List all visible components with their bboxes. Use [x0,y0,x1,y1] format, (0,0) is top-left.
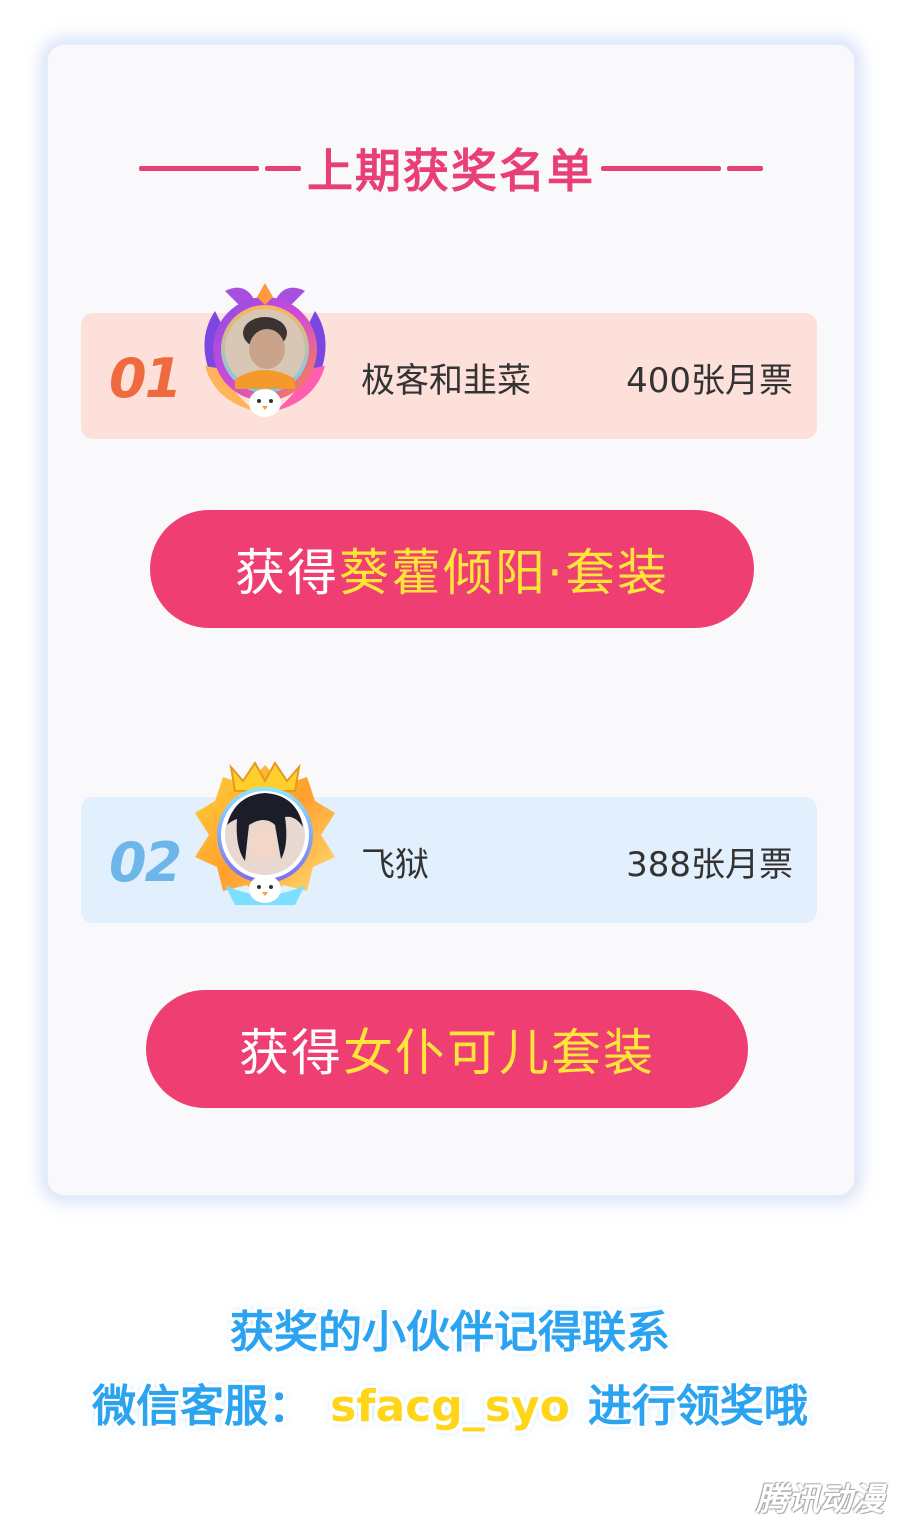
prize-prefix: 获得 [235,544,340,602]
page-title: 上期获奖名单 [307,144,595,198]
contact-suffix: 进行领奖哦 [587,1381,808,1432]
prize-name: 女仆可儿套装 [343,1024,655,1082]
prize-button-1[interactable]: 获得 葵藿倾阳·套装 [150,510,754,628]
rank-number: 02 [109,831,182,894]
prize-name: 葵藿倾阳·套装 [339,544,669,602]
contact-prefix: 微信客服： [92,1381,313,1432]
title-left-decoration [139,165,301,171]
winner-row-2: 02 飞狱 388张月票 [81,761,817,923]
awards-card: 上期获奖名单 01 极客和韭菜 400张月票 获得 葵藿倾阳·套装 02 飞狱 … [48,45,854,1195]
avatar[interactable] [185,755,345,915]
footer-line-1: 获奖的小伙伴记得联系 [230,1307,670,1358]
title-row: 上期获奖名单 [48,133,854,203]
vote-count: 388张月票 [626,845,793,885]
winner-name: 飞狱 [361,845,429,885]
avatar[interactable] [185,271,345,431]
avatar-frame-wings-icon [204,283,326,417]
vote-count: 400张月票 [626,361,793,401]
prize-prefix: 获得 [239,1024,343,1082]
watermark-logo: 腾讯动漫 [755,1480,884,1518]
wechat-id[interactable]: sfacg_syo [330,1381,570,1432]
prize-button-2[interactable]: 获得 女仆可儿套装 [146,990,748,1108]
title-right-decoration [601,165,763,171]
rank-number: 01 [109,347,182,410]
winner-name: 极客和韭菜 [361,361,531,401]
avatar-frame-crown-icon [195,761,335,905]
footer-line-2: 微信客服： sfacg_syo 进行领奖哦 [0,1370,900,1434]
winner-row-1: 01 极客和韭菜 400张月票 [81,283,817,439]
